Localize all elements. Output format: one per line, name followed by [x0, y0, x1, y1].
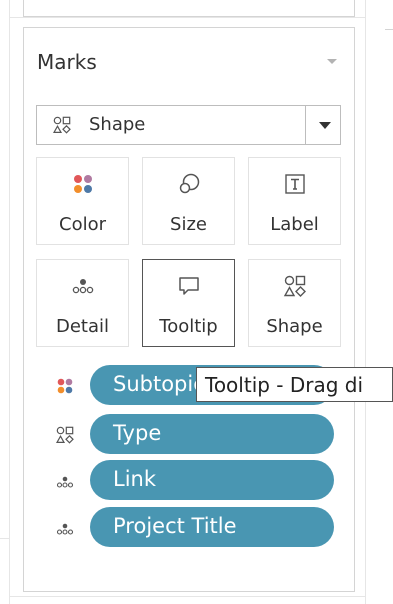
bottom-divider	[9, 596, 365, 597]
size-button[interactable]: Size	[142, 157, 235, 245]
label-icon	[285, 174, 305, 194]
shape-icon	[53, 116, 71, 134]
shape-icon	[56, 426, 74, 444]
dropdown-divider	[305, 106, 306, 144]
marks-title: Marks	[37, 50, 97, 74]
canvas-edge	[385, 29, 393, 30]
tooltip-popup: Tooltip - Drag di	[196, 367, 393, 402]
color-icon	[57, 378, 73, 394]
shape-button[interactable]: Shape	[248, 259, 341, 347]
tooltip-icon	[179, 277, 199, 295]
left-divider	[9, 0, 10, 604]
color-button[interactable]: Color	[36, 157, 129, 245]
pages-card	[23, 0, 355, 17]
tooltip-popup-text: Tooltip - Drag di	[205, 373, 364, 397]
size-icon	[179, 173, 200, 194]
tooltip-button-label: Tooltip	[159, 316, 218, 337]
field-pill-link[interactable]: Link	[90, 460, 334, 500]
detail-button-label: Detail	[55, 316, 110, 337]
shape-button-label: Shape	[266, 316, 323, 337]
chevron-down-icon[interactable]	[319, 122, 331, 129]
field-pill-label: Type	[113, 421, 162, 445]
field-pill-label: Subtopic	[113, 372, 205, 396]
shape-icon	[283, 275, 306, 297]
label-button[interactable]: Label	[248, 157, 341, 245]
field-row-project-title: Project Title	[52, 507, 342, 547]
mark-type-label: Shape	[89, 114, 146, 135]
field-row-type: Type	[52, 414, 342, 454]
right-divider	[365, 0, 366, 604]
color-icon	[74, 175, 92, 193]
field-pill-project-title[interactable]: Project Title	[90, 507, 334, 547]
top-divider	[9, 17, 365, 18]
tooltip-button[interactable]: Tooltip	[142, 259, 235, 347]
field-pill-label: Link	[113, 467, 157, 491]
detail-button[interactable]: Detail	[36, 259, 129, 347]
detail-icon	[56, 476, 74, 488]
color-button-label: Color	[59, 214, 106, 235]
detail-icon	[72, 279, 94, 294]
field-pill-label: Project Title	[113, 514, 237, 538]
detail-icon	[56, 523, 74, 535]
mark-type-dropdown[interactable]: Shape	[36, 105, 341, 145]
marks-menu-caret-icon[interactable]	[327, 59, 337, 64]
label-button-label: Label	[270, 214, 319, 235]
left-edge-stub	[0, 538, 9, 539]
field-pill-type[interactable]: Type	[90, 414, 334, 454]
field-row-link: Link	[52, 460, 342, 500]
size-button-label: Size	[170, 214, 207, 235]
